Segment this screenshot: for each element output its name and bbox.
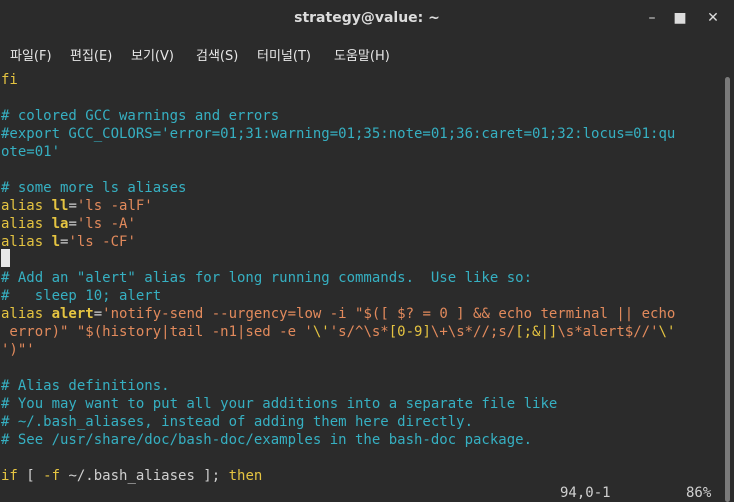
- menu-file[interactable]: 파일(F): [10, 45, 52, 64]
- code-token: # Add an "alert" alias for long running …: [1, 270, 533, 286]
- scrollbar-thumb[interactable]: [725, 77, 730, 502]
- terminal-line: ')"': [1, 341, 35, 359]
- terminal-line: # ~/.bash_aliases, instead of adding the…: [1, 413, 473, 431]
- code-token: 'notify-send --urgency=low -i "$([ $? = …: [102, 306, 676, 322]
- code-token: \': [658, 324, 676, 340]
- code-token: l: [51, 234, 61, 250]
- code-token: =: [68, 198, 77, 214]
- code-token: # sleep 10; alert: [1, 288, 162, 304]
- terminal-line: #export GCC_COLORS='error=01;31:warning=…: [1, 125, 675, 143]
- code-token: [;&|]: [515, 324, 558, 340]
- terminal-line: # colored GCC warnings and errors: [1, 107, 279, 125]
- code-token: ote=01': [1, 144, 61, 160]
- terminal-line: # some more ls aliases: [1, 179, 186, 197]
- code-token: [: [17, 468, 44, 484]
- code-token: # See /usr/share/doc/bash-doc/examples i…: [1, 432, 533, 448]
- code-token: # ~/.bash_aliases, instead of adding the…: [1, 414, 474, 430]
- menu-search[interactable]: 검색(S): [196, 45, 238, 64]
- code-token: ll: [51, 198, 69, 214]
- terminal-line: # Add an "alert" alias for long running …: [1, 269, 532, 287]
- menu-help[interactable]: 도움말(H): [334, 45, 390, 64]
- code-token: # You may want to put all your additions…: [1, 396, 558, 412]
- terminal-line: # Alias definitions.: [1, 377, 170, 395]
- terminal-line: alias la='ls -A': [1, 215, 136, 233]
- terminal-line: error)" "$(history|tail -n1|sed -e '\''s…: [1, 323, 675, 341]
- code-token: alias: [1, 234, 52, 250]
- code-token: =: [68, 216, 77, 232]
- code-token: if: [1, 468, 18, 484]
- code-token: 'ls -A': [76, 216, 136, 232]
- code-token: la: [51, 216, 69, 232]
- code-token: 'ls -CF': [68, 234, 136, 250]
- code-token: alert: [51, 306, 94, 322]
- terminal-line: alias ll='ls -alF': [1, 197, 153, 215]
- code-token: 's/^\s*: [329, 324, 389, 340]
- text-cursor: [1, 249, 10, 267]
- code-token: \+\s*//;s/: [430, 324, 516, 340]
- terminal-area[interactable]: fi # colored GCC warnings and errors #expo…: [0, 69, 722, 502]
- terminal-line: if [ -f ~/.bash_aliases ]; then: [1, 467, 262, 485]
- menu-view[interactable]: 보기(V): [131, 45, 174, 64]
- code-token: # Alias definitions.: [1, 378, 170, 394]
- code-token: =: [93, 306, 103, 322]
- terminal-line: # See /usr/share/doc/bash-doc/examples i…: [1, 431, 532, 449]
- code-token: # some more ls aliases: [1, 180, 187, 196]
- code-token: -f: [43, 468, 61, 484]
- scroll-percent: 86%: [686, 485, 712, 501]
- terminal-line: alias l='ls -CF': [1, 233, 136, 251]
- code-token: \': [312, 324, 330, 340]
- code-token: fi: [1, 72, 18, 88]
- code-token: alias: [1, 306, 52, 322]
- scrollbar[interactable]: [722, 69, 734, 502]
- minimize-icon[interactable]: –: [642, 9, 662, 27]
- code-token: [0-9]: [388, 324, 431, 340]
- close-icon[interactable]: ✕: [703, 9, 723, 27]
- code-token: error)" "$(history|tail -n1|sed -e ': [1, 324, 313, 340]
- code-token: # colored GCC warnings and errors: [1, 108, 280, 124]
- code-token: \s*alert$//': [557, 324, 659, 340]
- terminal-line: fi: [1, 71, 18, 89]
- maximize-icon[interactable]: ■: [670, 9, 690, 27]
- terminal-line: # You may want to put all your additions…: [1, 395, 557, 413]
- window-title: strategy@value: ~: [294, 10, 440, 26]
- code-token: then: [228, 468, 263, 484]
- terminal-line: ote=01': [1, 143, 60, 161]
- cursor-position: 94,0-1: [560, 485, 611, 501]
- code-token: ')"': [1, 342, 35, 358]
- code-token: alias: [1, 198, 52, 214]
- code-token: 'ls -alF': [76, 198, 153, 214]
- menu-edit[interactable]: 편집(E): [70, 45, 112, 64]
- code-token: #export GCC_COLORS='error=01;31:warning=…: [1, 126, 676, 142]
- code-token: alias: [1, 216, 52, 232]
- menu-terminal[interactable]: 터미널(T): [257, 45, 311, 64]
- terminal-line: alias alert='notify-send --urgency=low -…: [1, 305, 675, 323]
- title-bar: strategy@value: ~ – ■ ✕: [0, 0, 734, 37]
- terminal-line: # sleep 10; alert: [1, 287, 161, 305]
- menu-bar: 파일(F) 편집(E) 보기(V) 검색(S) 터미널(T) 도움말(H): [0, 37, 734, 70]
- code-token: ~/.bash_aliases ];: [60, 468, 229, 484]
